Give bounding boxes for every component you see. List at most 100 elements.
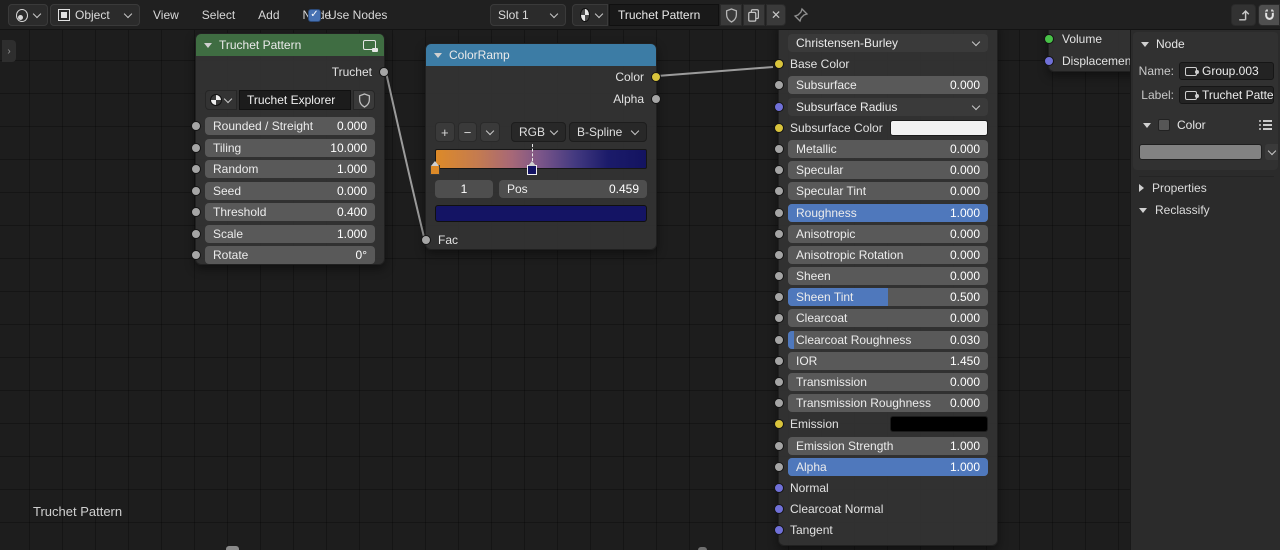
input-socket[interactable] [191, 207, 201, 217]
number-field[interactable]: IOR 1.450 [788, 351, 988, 370]
dropdown[interactable]: Subsurface Radius [788, 97, 988, 116]
fac-input-socket[interactable] [421, 235, 431, 245]
fake-user-toggle[interactable] [353, 90, 375, 110]
number-slider[interactable]: Scale 1.000 [205, 224, 375, 243]
input-socket[interactable] [774, 292, 784, 303]
input-socket[interactable] [191, 228, 201, 239]
input-socket[interactable] [774, 398, 784, 409]
dropdown[interactable]: Christensen-Burley [788, 34, 988, 52]
number-slider[interactable]: Anisotropic Rotation 0.000 [788, 245, 988, 264]
node-color-swatch[interactable] [1139, 144, 1262, 160]
input-socket[interactable] [774, 186, 784, 197]
number-slider[interactable]: Clearcoat 0.000 [788, 309, 988, 328]
number-slider[interactable]: Anisotropic 0.000 [788, 224, 988, 243]
material-slot-dropdown[interactable]: Slot 1 [490, 4, 566, 26]
number-slider[interactable]: Specular 0.000 [788, 161, 988, 180]
output-socket[interactable] [651, 72, 661, 82]
input-socket[interactable] [774, 355, 784, 366]
output-socket[interactable] [651, 94, 661, 104]
input-socket[interactable] [774, 334, 784, 345]
input-socket[interactable] [774, 271, 784, 282]
number-slider[interactable]: Sheen Tint 0.500 [788, 288, 988, 307]
number-slider[interactable]: Roughness 1.000 [788, 203, 988, 222]
number-slider[interactable]: Transmission 0.000 [788, 373, 988, 391]
number-slider[interactable]: Specular Tint 0.000 [788, 182, 988, 201]
stop-position-field[interactable]: Pos 0.459 [499, 180, 647, 198]
use-nodes-toggle[interactable]: ✓ Use Nodes [308, 0, 387, 30]
browse-nodegroup-button[interactable] [205, 90, 237, 110]
node-label-field[interactable]: Truchet Pattern [1179, 86, 1274, 104]
sidebar-left-toggle[interactable]: › [2, 40, 16, 62]
truchet-node-header[interactable]: Truchet Pattern [196, 34, 384, 56]
ramp-options-dropdown[interactable] [480, 122, 500, 142]
properties-section-header[interactable]: Properties [1139, 176, 1274, 196]
input-socket[interactable] [191, 250, 201, 260]
menu-add[interactable]: Add [253, 6, 284, 24]
reclassify-section-header[interactable]: Reclassify [1139, 200, 1274, 220]
truchet-output-socket[interactable] [379, 67, 389, 77]
nodegroup-name-field[interactable]: Truchet Explorer [239, 90, 351, 110]
number-slider[interactable]: Alpha 1.000 [788, 457, 988, 476]
snap-toggle[interactable] [1258, 4, 1280, 26]
input-socket[interactable] [774, 440, 784, 451]
colorramp-node[interactable]: ColorRamp Color Alpha + − RGB B-Spline 1… [421, 43, 661, 250]
color-options-button[interactable] [1265, 144, 1278, 160]
input-socket[interactable] [191, 164, 201, 174]
input-socket[interactable] [774, 59, 784, 70]
editor-type-dropdown[interactable] [8, 4, 48, 26]
browse-material-button[interactable] [572, 4, 608, 26]
number-slider[interactable]: Clearcoat Roughness 0.030 [788, 330, 988, 349]
ramp-stop[interactable] [430, 161, 440, 175]
input-socket[interactable] [774, 249, 784, 260]
collapse-triangle-icon[interactable] [204, 42, 212, 48]
active-stop-color-swatch[interactable] [435, 205, 647, 222]
shader-mode-dropdown[interactable]: Object [50, 4, 140, 26]
node-name-field[interactable]: Group.003 [1179, 62, 1274, 80]
input-socket[interactable] [774, 482, 784, 493]
input-socket[interactable] [774, 80, 784, 91]
new-material-button[interactable] [743, 4, 765, 26]
remove-stop-button[interactable]: − [457, 122, 478, 142]
interpolation-dropdown[interactable]: B-Spline [568, 122, 647, 142]
input-socket[interactable] [1044, 34, 1054, 44]
number-slider[interactable]: Subsurface 0.000 [788, 76, 988, 95]
number-slider[interactable]: Seed 0.000 [205, 181, 375, 200]
material-output-node[interactable]: Volume Displacement [1044, 24, 1140, 72]
input-socket[interactable] [1044, 56, 1054, 66]
input-socket[interactable] [774, 101, 784, 112]
active-stop-index-field[interactable]: 1 [435, 180, 493, 198]
input-socket[interactable] [774, 461, 784, 472]
color-mode-dropdown[interactable]: RGB [510, 122, 566, 142]
color-ramp-gradient[interactable] [435, 149, 647, 169]
go-to-parent-tree-button[interactable] [1231, 4, 1256, 26]
color-swatch[interactable] [890, 119, 988, 136]
menu-select[interactable]: Select [197, 6, 240, 24]
truchet-pattern-node[interactable]: Truchet Pattern Truchet Truchet Explorer… [191, 33, 389, 265]
input-socket[interactable] [774, 377, 784, 387]
material-name-field[interactable]: Truchet Pattern [609, 4, 719, 26]
number-slider[interactable]: Sheen 0.000 [788, 267, 988, 286]
input-socket[interactable] [774, 165, 784, 176]
input-socket[interactable] [774, 207, 784, 218]
preset-list-icon[interactable] [1259, 120, 1272, 130]
color-swatch[interactable] [890, 416, 988, 433]
input-socket[interactable] [191, 185, 201, 196]
number-slider[interactable]: Emission Strength 1.000 [788, 436, 988, 455]
add-stop-button[interactable]: + [435, 122, 455, 142]
number-slider[interactable]: Metallic 0.000 [788, 139, 988, 158]
input-socket[interactable] [191, 142, 201, 153]
number-slider[interactable]: Transmission Roughness 0.000 [788, 394, 988, 413]
principled-bsdf-node[interactable]: Christensen-Burley Base Color Subsurface 0.… [774, 22, 998, 546]
input-socket[interactable] [774, 419, 784, 430]
number-slider[interactable]: Rounded / Streight 0.000 [205, 117, 375, 135]
fake-user-toggle[interactable] [720, 4, 742, 26]
unlink-material-button[interactable]: ✕ [766, 4, 786, 26]
input-socket[interactable] [191, 121, 201, 131]
collapse-triangle-icon[interactable] [434, 52, 442, 58]
input-socket[interactable] [774, 143, 784, 154]
colorramp-node-header[interactable]: ColorRamp [426, 44, 656, 66]
menu-view[interactable]: View [148, 6, 184, 24]
pin-toggle[interactable] [793, 7, 809, 23]
number-slider[interactable]: Tiling 10.000 [205, 138, 375, 157]
input-socket[interactable] [774, 525, 784, 536]
